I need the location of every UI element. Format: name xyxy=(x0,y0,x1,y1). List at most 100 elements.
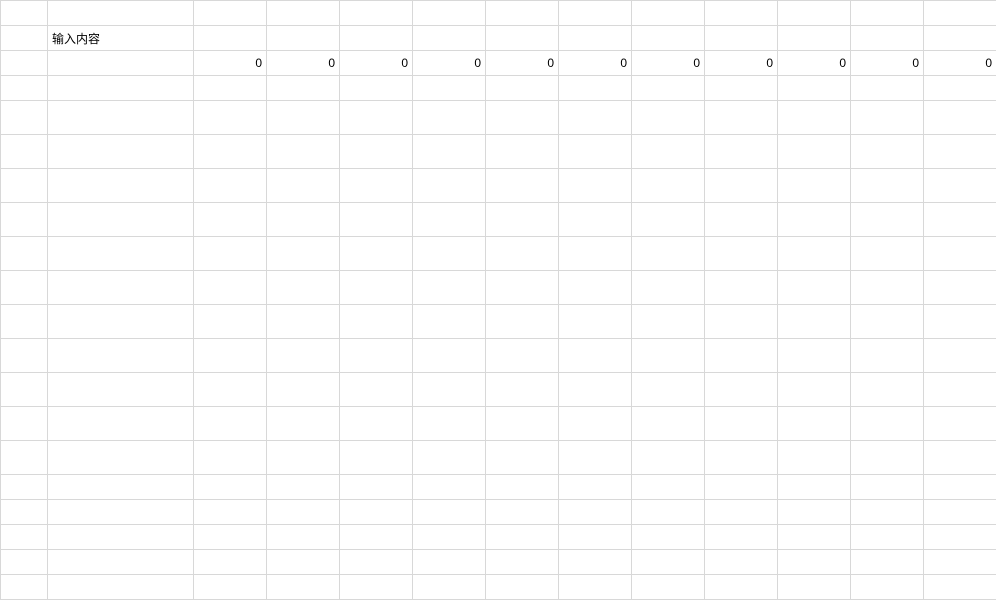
spreadsheet-cell[interactable] xyxy=(413,407,486,441)
spreadsheet-cell[interactable] xyxy=(340,525,413,550)
spreadsheet-cell[interactable] xyxy=(705,373,778,407)
spreadsheet-cell[interactable] xyxy=(924,1,996,26)
spreadsheet-cell[interactable] xyxy=(340,135,413,169)
spreadsheet-cell[interactable] xyxy=(559,76,632,101)
spreadsheet-cell[interactable] xyxy=(194,339,267,373)
spreadsheet-cell[interactable] xyxy=(705,203,778,237)
spreadsheet-cell[interactable] xyxy=(1,76,48,101)
spreadsheet-cell[interactable] xyxy=(194,101,267,135)
spreadsheet-cell[interactable] xyxy=(705,339,778,373)
spreadsheet-cell[interactable] xyxy=(559,550,632,575)
spreadsheet-cell[interactable] xyxy=(1,135,48,169)
spreadsheet-cell[interactable] xyxy=(632,407,705,441)
spreadsheet-cell[interactable] xyxy=(924,237,996,271)
spreadsheet-cell[interactable] xyxy=(705,271,778,305)
spreadsheet-cell[interactable] xyxy=(1,339,48,373)
spreadsheet-cell[interactable] xyxy=(705,1,778,26)
spreadsheet-cell[interactable] xyxy=(1,441,48,475)
spreadsheet-cell[interactable] xyxy=(778,525,851,550)
spreadsheet-cell[interactable] xyxy=(1,101,48,135)
spreadsheet-cell[interactable] xyxy=(267,550,340,575)
spreadsheet-cell[interactable] xyxy=(194,271,267,305)
spreadsheet-cell[interactable] xyxy=(413,441,486,475)
spreadsheet-cell[interactable]: 0 xyxy=(267,51,340,76)
spreadsheet-cell[interactable] xyxy=(559,441,632,475)
spreadsheet-cell[interactable] xyxy=(778,271,851,305)
spreadsheet-cell[interactable] xyxy=(705,525,778,550)
spreadsheet-cell[interactable] xyxy=(267,169,340,203)
spreadsheet-cell[interactable] xyxy=(340,271,413,305)
spreadsheet-cell[interactable] xyxy=(413,101,486,135)
spreadsheet-cell[interactable] xyxy=(851,135,924,169)
spreadsheet-cell[interactable] xyxy=(851,237,924,271)
spreadsheet-cell[interactable] xyxy=(924,407,996,441)
spreadsheet-cell[interactable] xyxy=(705,169,778,203)
spreadsheet-cell[interactable]: 0 xyxy=(340,51,413,76)
spreadsheet-cell[interactable] xyxy=(486,271,559,305)
spreadsheet-cell[interactable] xyxy=(632,373,705,407)
spreadsheet-cell[interactable] xyxy=(413,525,486,550)
spreadsheet-cell[interactable] xyxy=(267,203,340,237)
spreadsheet-cell[interactable] xyxy=(924,441,996,475)
spreadsheet-cell[interactable] xyxy=(632,135,705,169)
spreadsheet-cell[interactable] xyxy=(267,1,340,26)
spreadsheet-cell[interactable] xyxy=(267,237,340,271)
spreadsheet-cell[interactable] xyxy=(48,373,194,407)
spreadsheet-cell[interactable] xyxy=(340,1,413,26)
spreadsheet-cell[interactable] xyxy=(851,1,924,26)
spreadsheet-cell[interactable] xyxy=(194,76,267,101)
spreadsheet-cell[interactable] xyxy=(778,237,851,271)
spreadsheet-cell[interactable] xyxy=(1,550,48,575)
spreadsheet-cell[interactable] xyxy=(851,101,924,135)
spreadsheet-cell[interactable] xyxy=(267,373,340,407)
spreadsheet-cell[interactable] xyxy=(705,441,778,475)
spreadsheet-cell[interactable] xyxy=(194,203,267,237)
spreadsheet-cell[interactable] xyxy=(267,135,340,169)
spreadsheet-cell[interactable] xyxy=(705,475,778,500)
spreadsheet-cell[interactable] xyxy=(632,500,705,525)
spreadsheet-cell[interactable]: 0 xyxy=(851,51,924,76)
spreadsheet-cell[interactable] xyxy=(632,339,705,373)
spreadsheet-cell[interactable] xyxy=(194,237,267,271)
spreadsheet-cell[interactable] xyxy=(48,475,194,500)
spreadsheet-cell[interactable] xyxy=(778,26,851,51)
spreadsheet-cell[interactable] xyxy=(486,237,559,271)
spreadsheet-cell[interactable] xyxy=(851,441,924,475)
spreadsheet-cell[interactable] xyxy=(48,305,194,339)
spreadsheet-cell[interactable]: 0 xyxy=(413,51,486,76)
spreadsheet-cell[interactable] xyxy=(559,339,632,373)
spreadsheet-cell[interactable] xyxy=(48,441,194,475)
spreadsheet-cell[interactable] xyxy=(340,407,413,441)
spreadsheet-cell[interactable] xyxy=(778,101,851,135)
spreadsheet-cell[interactable] xyxy=(705,76,778,101)
spreadsheet-cell[interactable] xyxy=(924,373,996,407)
spreadsheet-cell[interactable] xyxy=(632,441,705,475)
spreadsheet-cell[interactable] xyxy=(924,550,996,575)
spreadsheet-cell[interactable] xyxy=(48,169,194,203)
spreadsheet-cell[interactable] xyxy=(267,441,340,475)
spreadsheet-cell[interactable] xyxy=(486,373,559,407)
spreadsheet-cell[interactable] xyxy=(486,26,559,51)
spreadsheet-cell[interactable] xyxy=(48,237,194,271)
spreadsheet-cell[interactable] xyxy=(1,51,48,76)
spreadsheet-cell[interactable] xyxy=(486,169,559,203)
spreadsheet-cell[interactable] xyxy=(851,407,924,441)
spreadsheet-cell[interactable] xyxy=(194,550,267,575)
spreadsheet-cell[interactable] xyxy=(1,407,48,441)
spreadsheet-cell[interactable]: 0 xyxy=(705,51,778,76)
spreadsheet-cell[interactable] xyxy=(194,475,267,500)
spreadsheet-cell[interactable] xyxy=(705,26,778,51)
spreadsheet-cell[interactable] xyxy=(851,203,924,237)
spreadsheet-cell[interactable] xyxy=(413,373,486,407)
spreadsheet-cell[interactable] xyxy=(194,525,267,550)
spreadsheet-cell[interactable] xyxy=(778,500,851,525)
spreadsheet-cell[interactable] xyxy=(705,500,778,525)
spreadsheet-cell[interactable] xyxy=(851,475,924,500)
spreadsheet-cell[interactable] xyxy=(413,169,486,203)
spreadsheet-cell[interactable] xyxy=(486,500,559,525)
spreadsheet-cell[interactable]: 输入内容 xyxy=(48,26,194,51)
spreadsheet-cell[interactable] xyxy=(559,237,632,271)
spreadsheet-cell[interactable] xyxy=(486,407,559,441)
spreadsheet-cell[interactable] xyxy=(778,305,851,339)
spreadsheet-cell[interactable] xyxy=(486,339,559,373)
